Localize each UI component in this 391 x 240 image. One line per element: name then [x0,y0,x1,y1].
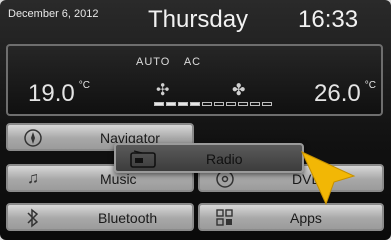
climate-panel[interactable]: AUTO AC 19.0 °C ✣ ✤ 26.0 °C [6,44,383,116]
fan-segment [202,102,212,106]
clock: 16:33 [298,6,359,33]
fan-segment [214,102,224,106]
fan-low-icon[interactable]: ✣ [156,80,169,100]
radio-button-dragging[interactable]: Radio [114,143,304,173]
climate-mode: AUTO AC [136,56,211,68]
right-temp-value: 26.0 [314,80,361,107]
bluetooth-icon [22,208,44,228]
bluetooth-button[interactable]: Bluetooth [6,203,194,231]
ac-indicator: AC [183,56,202,68]
fan-segment [190,102,200,106]
bluetooth-label: Bluetooth [98,210,158,226]
radio-icon [130,150,156,171]
right-temperature[interactable]: 26.0 °C [314,80,376,108]
fan-segment [226,102,236,106]
infotainment-screen: December 6, 2012 Thursday 16:33 AUTO AC … [0,0,391,240]
left-temp-value: 19.0 [28,80,75,107]
music-note-icon: ♫ [27,170,39,187]
left-temperature[interactable]: 19.0 °C [28,80,90,108]
left-temp-unit: °C [78,80,90,91]
fan-segment [154,102,164,106]
fan-segment [178,102,188,106]
date-label: December 6, 2012 [8,8,99,20]
fan-segment [250,102,260,106]
fan-speed-bar[interactable] [154,102,272,106]
fan-segment [238,102,248,106]
fan-segment [166,102,176,106]
apps-grid-icon [214,208,236,228]
auto-indicator: AUTO [136,56,171,68]
day-label: Thursday [148,6,249,33]
music-label: Music [100,171,137,187]
right-temp-unit: °C [364,80,376,91]
compass-icon [22,128,44,148]
fan-high-icon[interactable]: ✤ [232,80,245,100]
fan-segment [262,102,272,106]
radio-label: Radio [206,151,243,167]
drag-pointer-icon [298,148,360,215]
